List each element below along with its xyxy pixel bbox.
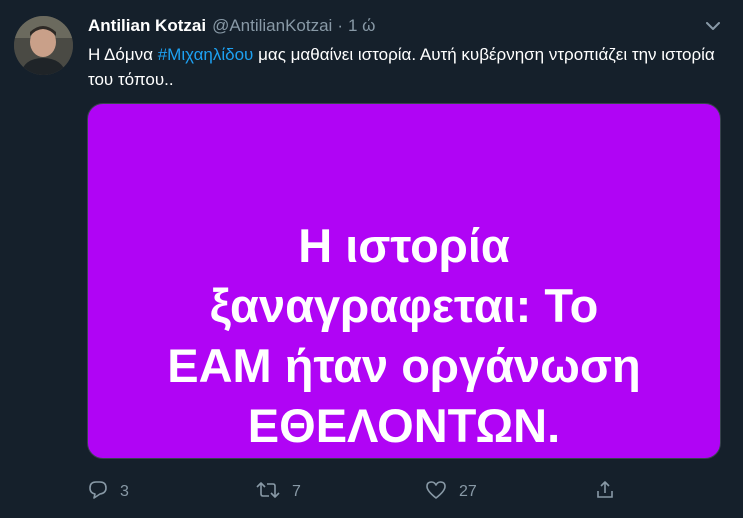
media-line-4: ΕΘΕΛΟΝΤΩΝ. [247,399,561,452]
share-button[interactable] [595,478,627,506]
media-line-3: ΕΑΜ ήταν οργάνωση [167,339,641,392]
media-line-2: ξαναγραφεται: Το [209,279,599,332]
tweet-actions: 3 7 27 [0,478,743,506]
author-name[interactable]: Antilian Kotzai [88,16,206,36]
tweet-media-image[interactable]: Η ιστορία ξαναγραφεται: Το ΕΑΜ ήταν οργά… [87,103,721,459]
retweet-button[interactable]: 7 [256,478,301,506]
author-handle[interactable]: @AntilianKotzai [212,16,332,36]
chevron-down-icon [706,18,720,36]
separator: · [337,16,343,35]
tweet[interactable]: Antilian Kotzai @AntilianKotzai · 1 ώ Η … [0,0,743,518]
tweet-text-before: Η Δόμνα [88,45,158,64]
reply-count: 3 [120,483,129,500]
share-icon [595,480,627,505]
reply-button[interactable]: 3 [88,478,129,506]
retweet-icon [256,480,292,505]
heart-icon [425,480,459,505]
tweet-text: Η Δόμνα #Μιχαηλίδου μας μαθαίνει ιστορία… [88,42,728,92]
tweet-header: Antilian Kotzai @AntilianKotzai · 1 ώ [88,14,375,38]
hashtag-link[interactable]: #Μιχαηλίδου [158,45,254,64]
like-button[interactable]: 27 [425,478,477,506]
tweet-menu-button[interactable] [700,14,726,40]
avatar[interactable] [14,16,73,75]
media-line-1: Η ιστορία [298,219,510,272]
retweet-count: 7 [292,483,301,500]
timestamp[interactable]: 1 ώ [348,16,375,36]
reply-icon [88,480,120,505]
media-caption: Η ιστορία ξαναγραφεται: Το ΕΑΜ ήταν οργά… [88,216,720,456]
like-count: 27 [459,483,477,500]
